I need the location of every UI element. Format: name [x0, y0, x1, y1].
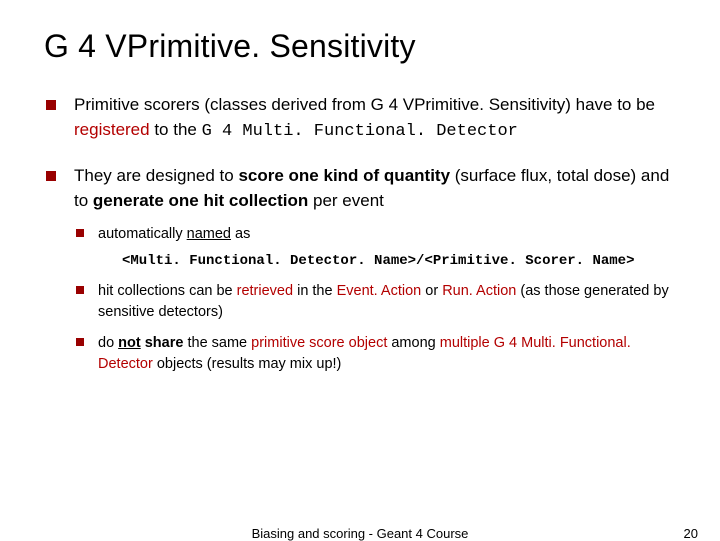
s1-a: automatically — [98, 226, 187, 242]
b2-b: score one kind of quantity — [238, 166, 450, 185]
b1-registered: registered — [74, 120, 150, 139]
sub-1: automatically named as <Multi. Functiona… — [74, 224, 676, 271]
s1-b: named — [187, 226, 231, 242]
slide-title: G 4 VPrimitive. Sensitivity — [44, 28, 676, 65]
sub-bullets: automatically named as <Multi. Functiona… — [74, 224, 676, 375]
footer-text: Biasing and scoring - Geant 4 Course — [252, 526, 469, 541]
b2-a: They are designed to — [74, 166, 238, 185]
s1-c: as — [231, 226, 250, 242]
s2-b: retrieved — [237, 283, 293, 299]
sub-2: hit collections can be retrieved in the … — [74, 281, 676, 323]
page-number: 20 — [684, 526, 698, 541]
s2-d: Event. Action — [337, 283, 422, 299]
s3-d: the same — [183, 335, 251, 351]
sub-3: do not share the same primitive score ob… — [74, 333, 676, 375]
s2-c: in the — [293, 283, 337, 299]
top-bullets: Primitive scorers (classes derived from … — [44, 93, 676, 375]
b1-code: G 4 Multi. Functional. Detector — [202, 122, 518, 141]
bullet-2: They are designed to score one kind of q… — [44, 164, 676, 375]
slide: G 4 VPrimitive. Sensitivity Primitive sc… — [0, 0, 720, 375]
b2-e: per event — [308, 191, 384, 210]
b2-d: generate one hit collection — [93, 191, 308, 210]
s1-code: <Multi. Functional. Detector. Name>/<Pri… — [122, 251, 676, 271]
b1-pre: Primitive scorers (classes derived from … — [74, 95, 655, 114]
s2-a: hit collections can be — [98, 283, 237, 299]
s3-a: do — [98, 335, 118, 351]
bullet-1: Primitive scorers (classes derived from … — [44, 93, 676, 144]
s3-e: primitive score object — [251, 335, 387, 351]
b1-post: to the — [150, 120, 202, 139]
s3-h: objects (results may mix up!) — [153, 356, 342, 372]
s3-f: among — [387, 335, 439, 351]
s3-c: share — [141, 335, 184, 351]
s2-f: Run. Action — [442, 283, 516, 299]
s3-b: not — [118, 335, 141, 351]
s2-e: or — [421, 283, 442, 299]
